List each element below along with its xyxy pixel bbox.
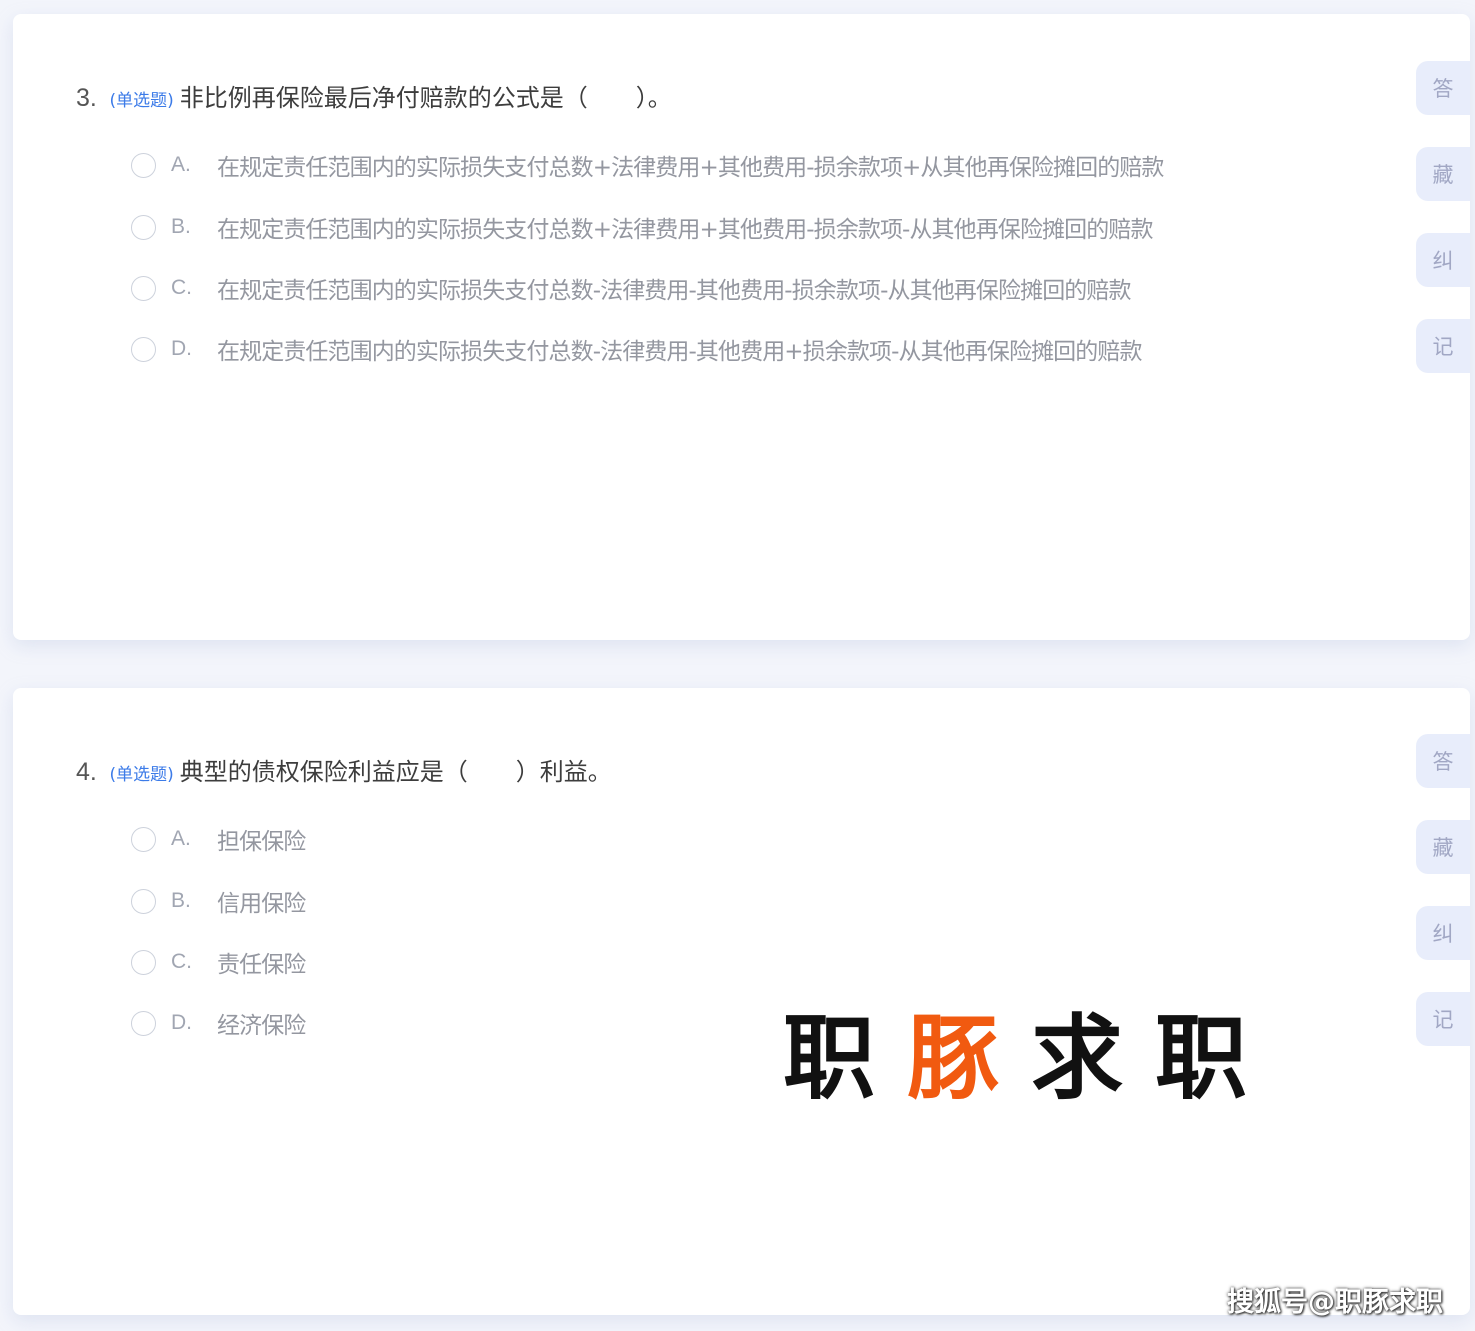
answer-button[interactable]: 答 <box>1416 734 1470 788</box>
collect-button[interactable]: 藏 <box>1416 820 1470 874</box>
option-letter: A. <box>171 827 191 850</box>
option-b[interactable]: B. 在规定责任范围内的实际损失支付总数+法律费用+其他费用-损余款项-从其他再… <box>131 210 1153 244</box>
correction-button[interactable]: 纠 <box>1416 906 1470 960</box>
radio-button[interactable] <box>131 275 156 301</box>
option-text: 在规定责任范围内的实际损失支付总数+法律费用+其他费用-损余款项+从其他再保险摊… <box>217 155 1164 181</box>
option-text: 责任保险 <box>217 952 306 978</box>
note-button[interactable]: 记 <box>1416 992 1470 1046</box>
option-text: 在规定责任范围内的实际损失支付总数-法律费用-其他费用+损余款项-从其他再保险摊… <box>217 339 1142 365</box>
correction-button[interactable]: 纠 <box>1416 233 1470 287</box>
option-c[interactable]: C. 在规定责任范围内的实际损失支付总数-法律费用-其他费用-损余款项-从其他再… <box>131 271 1132 305</box>
radio-button[interactable] <box>131 1010 156 1036</box>
option-a[interactable]: A. 担保保险 <box>131 822 306 856</box>
question-card-4: 4. (单选题) 典型的债权保险利益应是（ ）利益。 A. 担保保险 B. 信用保… <box>13 688 1470 1315</box>
option-letter: C. <box>171 276 192 299</box>
logo-char-accent: 豚 <box>907 1005 1032 1112</box>
option-text: 在规定责任范围内的实际损失支付总数-法律费用-其他费用-损余款项-从其他再保险摊… <box>217 278 1132 304</box>
option-letter: D. <box>171 337 192 360</box>
option-c[interactable]: C. 责任保险 <box>131 945 306 979</box>
radio-button[interactable] <box>131 949 156 975</box>
radio-button[interactable] <box>131 336 156 362</box>
side-action-bar: 答 藏 纠 记 <box>1416 61 1470 373</box>
question-type-label: (单选题) <box>109 91 174 111</box>
sohu-watermark: 搜狐号@职豚求职 <box>1227 1287 1443 1318</box>
question-stem: 典型的债权保险利益应是（ ）利益。 <box>179 758 612 786</box>
option-d[interactable]: D. 在规定责任范围内的实际损失支付总数-法律费用-其他费用+损余款项-从其他再… <box>131 332 1142 366</box>
answer-button[interactable]: 答 <box>1416 61 1470 115</box>
option-letter: B. <box>171 889 191 912</box>
question-card-3: 3. (单选题) 非比例再保险最后净付赔款的公式是（ ）。 A. 在规定责任范围内… <box>13 14 1470 640</box>
question-type-label: (单选题) <box>109 765 174 785</box>
option-letter: D. <box>171 1011 192 1034</box>
note-button[interactable]: 记 <box>1416 319 1470 373</box>
question-stem: 非比例再保险最后净付赔款的公式是（ ）。 <box>179 84 672 112</box>
option-letter: A. <box>171 153 191 176</box>
option-text: 信用保险 <box>217 891 306 917</box>
radio-button[interactable] <box>131 888 156 914</box>
radio-button[interactable] <box>131 214 156 240</box>
option-letter: C. <box>171 950 192 973</box>
option-d[interactable]: D. 经济保险 <box>131 1006 306 1040</box>
option-b[interactable]: B. 信用保险 <box>131 884 306 918</box>
logo-char: 职 <box>783 1005 908 1112</box>
option-text: 在规定责任范围内的实际损失支付总数+法律费用+其他费用-损余款项-从其他再保险摊… <box>217 217 1153 243</box>
question-title: 4. (单选题) 典型的债权保险利益应是（ ）利益。 <box>76 756 612 791</box>
radio-button[interactable] <box>131 826 156 852</box>
side-action-bar: 答 藏 纠 记 <box>1416 734 1470 1046</box>
option-text: 经济保险 <box>217 1013 306 1039</box>
option-letter: B. <box>171 215 191 238</box>
option-a[interactable]: A. 在规定责任范围内的实际损失支付总数+法律费用+其他费用-损余款项+从其他再… <box>131 148 1164 182</box>
radio-button[interactable] <box>131 152 156 178</box>
collect-button[interactable]: 藏 <box>1416 147 1470 201</box>
question-number: 4. <box>76 758 97 786</box>
question-number: 3. <box>76 84 97 112</box>
logo-char: 职 <box>1155 1005 1280 1112</box>
logo-char: 求 <box>1031 1005 1156 1112</box>
option-text: 担保保险 <box>217 829 306 855</box>
zhitun-logo-watermark: 职豚求职 <box>783 1004 1279 1114</box>
question-title: 3. (单选题) 非比例再保险最后净付赔款的公式是（ ）。 <box>76 82 672 117</box>
